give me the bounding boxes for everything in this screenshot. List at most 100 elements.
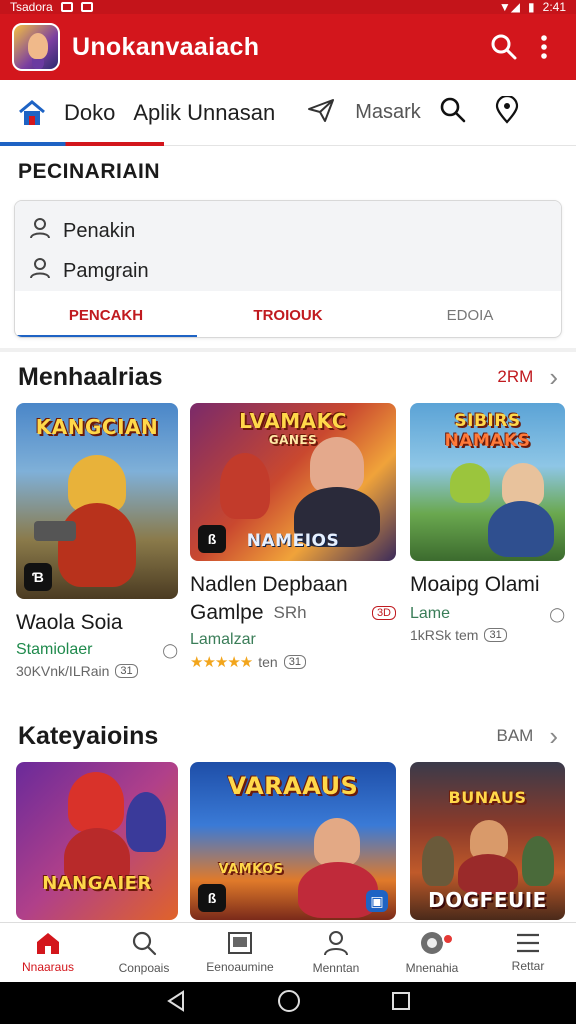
notification-icon xyxy=(60,2,73,12)
status-bar: Tsadora ▼◢ ▮ 2:41 xyxy=(0,0,576,14)
game-thumbnail[interactable]: LVAMAKC GANES NAMEIOS ß xyxy=(190,403,396,561)
game-name: Waola Soia xyxy=(16,611,123,634)
share-icon[interactable]: ▣ xyxy=(366,890,388,912)
nav-tab-doko[interactable]: Doko xyxy=(64,100,115,126)
badge-icon: ß xyxy=(198,525,226,553)
chevron-right-icon[interactable]: › xyxy=(549,721,558,752)
thumbnail-subtitle: NAMAKS xyxy=(444,431,531,451)
bottom-nav: Nnaaraus Conpoais Eenoaumine Menntan Mne… xyxy=(0,922,576,982)
person-icon xyxy=(29,257,51,285)
age-rating: 31 xyxy=(283,655,306,669)
search-icon[interactable] xyxy=(439,96,467,129)
thumbnail-subtitle: GANES xyxy=(268,433,318,447)
section-header: Kateyaioins BAM › xyxy=(0,716,576,756)
section-title: Kateyaioins xyxy=(18,721,159,750)
chevron-right-icon[interactable]: › xyxy=(549,362,558,393)
search-icon[interactable] xyxy=(484,27,524,67)
game-name-line2: Gamlpe SRh 3D xyxy=(190,601,396,625)
app-bar: Unokanvaaiach xyxy=(0,14,576,80)
game-downloads: ten xyxy=(258,654,278,670)
bottom-nav-menu[interactable]: Rettar xyxy=(480,923,576,982)
section-title: Menhaalrias xyxy=(18,362,163,391)
mail-icon xyxy=(80,2,93,12)
notification-dot xyxy=(442,933,454,945)
section-divider xyxy=(0,348,576,352)
filter-option-penakin[interactable]: Penakin xyxy=(15,211,561,251)
thumbnail-title: KANGCIAN xyxy=(35,415,159,439)
game-thumbnail[interactable]: VARAAUS VAMKOS ß ▣ xyxy=(190,762,396,920)
bottom-nav-label: Mnenahia xyxy=(405,961,459,975)
bottom-nav-notifications[interactable]: Mnenahia xyxy=(384,923,480,982)
game-downloads: 1kRSk tem xyxy=(410,627,479,643)
bottom-nav-profile[interactable]: Menntan xyxy=(288,923,384,982)
app-title: Unokanvaaiach xyxy=(72,32,260,61)
filter-tab-pencakh[interactable]: PENCAKH xyxy=(15,291,197,337)
top-nav: Doko Aplik Unnasan Masark xyxy=(0,80,576,146)
send-icon[interactable] xyxy=(307,97,335,128)
game-card[interactable]: SIBIRS NAMAKS Moaipg Olami Lame ◯ 1kRSk … xyxy=(410,403,565,643)
nav-tab-masark[interactable]: Masark xyxy=(355,101,421,124)
home-icon xyxy=(35,931,61,958)
game-card[interactable]: NANGAIER xyxy=(16,762,178,920)
game-developer-label: Stamiolaer xyxy=(16,641,93,658)
status-time: 2:41 xyxy=(542,0,566,14)
game-card[interactable]: VARAAUS VAMKOS ß ▣ xyxy=(190,762,396,920)
age-rating: 31 xyxy=(484,628,507,642)
thumbnail-bottom: DOGFEUIE xyxy=(428,888,547,912)
see-more-link[interactable]: 2RM xyxy=(497,367,533,387)
game-developer: Stamiolaer ◯ xyxy=(16,641,178,659)
filter-tab-troiouk[interactable]: TROIOUK xyxy=(197,291,379,337)
camera-icon xyxy=(419,930,445,959)
section-header: Menhaalrias 2RM › xyxy=(0,357,576,397)
game-thumbnail[interactable]: BUNAUS DOGFEUIE xyxy=(410,762,565,920)
thumbnail-title: BUNAUS xyxy=(448,788,527,807)
bottom-nav-home[interactable]: Nnaaraus xyxy=(0,923,96,982)
badge-icon: ß xyxy=(198,884,226,912)
game-name-part: Gamlpe xyxy=(190,601,264,624)
game-meta: ★★★★★ ten 31 xyxy=(190,653,396,671)
game-meta: 1kRSk tem 31 xyxy=(410,627,565,643)
more-vert-icon[interactable] xyxy=(524,27,564,67)
menu-icon xyxy=(515,932,541,957)
game-thumbnail[interactable]: SIBIRS NAMAKS xyxy=(410,403,565,561)
nav-tab-aplik[interactable]: Aplik Unnasan xyxy=(133,100,275,126)
image-icon xyxy=(227,931,253,958)
bottom-nav-search[interactable]: Conpoais xyxy=(96,923,192,982)
back-icon[interactable] xyxy=(165,989,187,1017)
bottom-nav-library[interactable]: Eenoaumine xyxy=(192,923,288,982)
badge-icon: Ɓ xyxy=(24,563,52,591)
game-card[interactable]: BUNAUS DOGFEUIE xyxy=(410,762,565,920)
info-icon[interactable]: ◯ xyxy=(549,606,565,623)
game-meta: 30KVnk/ILRain 31 xyxy=(16,663,178,679)
app-logo xyxy=(12,23,60,71)
game-thumbnail[interactable]: NANGAIER xyxy=(16,762,178,920)
recents-icon[interactable] xyxy=(391,991,411,1016)
game-name-extra: SRh xyxy=(273,603,307,622)
filter-option-label: Pamgrain xyxy=(63,259,149,282)
home-icon[interactable] xyxy=(0,80,64,146)
filter-option-pamgrain[interactable]: Pamgrain xyxy=(15,251,561,291)
game-developer-label: Lame xyxy=(410,605,451,622)
thumbnail-title: LVAMAKC xyxy=(239,409,347,433)
filter-tab-edoia[interactable]: EDOIA xyxy=(379,291,561,337)
game-card[interactable]: LVAMAKC GANES NAMEIOS ß Nadlen Depbaan G… xyxy=(190,403,396,671)
bottom-nav-label: Eenoaumine xyxy=(206,960,274,974)
bottom-nav-label: Menntan xyxy=(312,961,360,975)
see-more-link[interactable]: BAM xyxy=(496,726,533,746)
status-text: Tsadora xyxy=(10,0,53,14)
home-circle-icon[interactable] xyxy=(277,989,301,1018)
game-card[interactable]: KANGCIAN Ɓ Waola Soia Stamiolaer ◯ 30KVn… xyxy=(16,403,178,679)
tab-indicator xyxy=(0,142,164,146)
signal-icon: ▼◢ xyxy=(498,0,521,14)
thumbnail-title: NANGAIER xyxy=(42,873,152,894)
thumbnail-title: VARAAUS xyxy=(227,772,359,800)
star-rating: ★★★★★ xyxy=(190,654,253,671)
info-icon[interactable]: ◯ xyxy=(162,642,178,659)
bottom-nav-label: Nnaaraus xyxy=(21,960,75,974)
battery-icon: ▮ xyxy=(528,0,535,14)
person-icon xyxy=(29,217,51,245)
bottom-nav-label: Conpoais xyxy=(118,961,170,975)
location-icon[interactable] xyxy=(495,94,519,129)
game-name: Nadlen Depbaan xyxy=(190,573,348,596)
game-thumbnail[interactable]: KANGCIAN Ɓ xyxy=(16,403,178,599)
